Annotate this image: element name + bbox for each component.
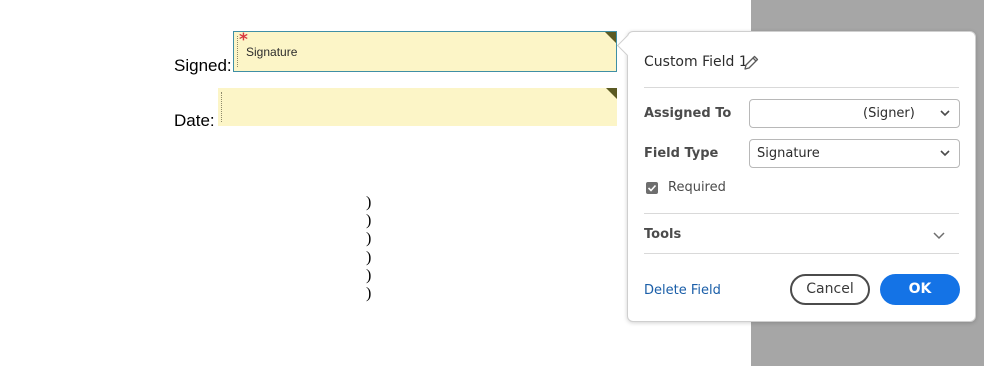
- assigned-to-value: (Signer): [863, 106, 915, 121]
- required-label: Required: [668, 180, 726, 195]
- chevron-down-icon: [940, 110, 950, 117]
- signature-field[interactable]: * Signature: [233, 30, 617, 72]
- divider: [644, 253, 959, 254]
- date-field[interactable]: [218, 88, 617, 126]
- signature-field-label: Signature: [246, 45, 298, 59]
- closing-paren: ): [366, 212, 372, 229]
- field-drag-handle[interactable]: [237, 36, 238, 67]
- checkmark-icon: [647, 184, 657, 192]
- date-label: Date:: [174, 111, 215, 130]
- field-title: Custom Field 1: [644, 54, 748, 70]
- delete-field-link[interactable]: Delete Field: [644, 283, 721, 298]
- chevron-down-icon: [940, 150, 950, 157]
- closing-paren: ): [366, 285, 372, 302]
- assigned-to-label: Assigned To: [644, 106, 732, 121]
- assigned-to-select[interactable]: (Signer): [749, 99, 960, 128]
- field-corner-marker: [606, 88, 617, 99]
- pencil-icon[interactable]: [742, 54, 760, 72]
- field-type-select[interactable]: Signature: [749, 139, 960, 168]
- field-corner-marker: [605, 32, 616, 43]
- field-type-value: Signature: [757, 146, 820, 161]
- tools-section-toggle[interactable]: Tools: [644, 227, 681, 242]
- field-drag-handle[interactable]: [221, 92, 222, 122]
- closing-paren: ): [366, 267, 372, 284]
- signed-label: Signed:: [174, 56, 232, 75]
- closing-paren: ): [366, 194, 372, 211]
- field-type-label: Field Type: [644, 146, 719, 161]
- field-properties-popover: Custom Field 1 Assigned To (Signer) Fiel…: [616, 31, 976, 322]
- chevron-down-icon[interactable]: [932, 228, 946, 242]
- divider: [644, 213, 959, 214]
- divider: [644, 87, 959, 88]
- closing-paren: ): [366, 249, 372, 266]
- ok-button[interactable]: OK: [880, 274, 960, 305]
- closing-paren: ): [366, 230, 372, 247]
- required-checkbox[interactable]: [646, 182, 658, 194]
- cancel-button[interactable]: Cancel: [790, 274, 870, 305]
